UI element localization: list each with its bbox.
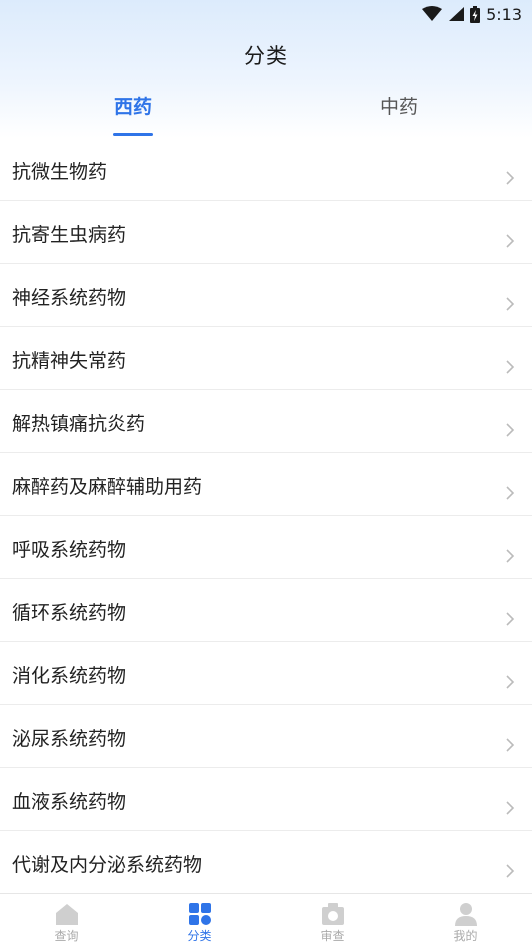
list-item[interactable]: 麻醉药及麻醉辅助用药 <box>0 453 532 516</box>
tab-chinese-medicine[interactable]: 中药 <box>266 92 532 138</box>
tab-western-medicine[interactable]: 西药 <box>0 92 266 138</box>
list-item[interactable]: 血液系统药物 <box>0 768 532 831</box>
nav-item-label: 我的 <box>453 929 478 943</box>
chevron-right-icon <box>506 360 515 374</box>
list-item-label: 解热镇痛抗炎药 <box>12 413 146 435</box>
nav-item-query[interactable]: 查询 <box>0 894 133 946</box>
list-item-label: 血液系统药物 <box>12 791 127 813</box>
list-item[interactable]: 泌尿系统药物 <box>0 705 532 768</box>
list-item[interactable]: 循环系统药物 <box>0 579 532 642</box>
user-icon <box>455 903 477 926</box>
header: 5:13 分类 西药 中药 <box>0 0 532 138</box>
list-item-label: 抗寄生虫病药 <box>12 224 127 246</box>
list-item-label: 呼吸系统药物 <box>12 539 127 561</box>
chevron-right-icon <box>506 297 515 311</box>
chevron-right-icon <box>506 675 515 689</box>
list-item-label: 泌尿系统药物 <box>12 728 127 750</box>
list-item[interactable]: 代谢及内分泌系统药物 <box>0 831 532 894</box>
list-item-label: 抗精神失常药 <box>12 350 127 372</box>
category-tabs: 西药 中药 <box>0 92 532 138</box>
list-item-label: 循环系统药物 <box>12 602 127 624</box>
chevron-right-icon <box>506 171 515 185</box>
list-item-label: 抗微生物药 <box>12 161 108 183</box>
chevron-right-icon <box>506 549 515 563</box>
list-item[interactable]: 抗寄生虫病药 <box>0 201 532 264</box>
chevron-right-icon <box>506 486 515 500</box>
category-list: 抗微生物药 抗寄生虫病药 神经系统药物 抗精神失常药 解热镇痛抗炎药 麻醉药及麻… <box>0 138 532 894</box>
chevron-right-icon <box>506 801 515 815</box>
chevron-right-icon <box>506 612 515 626</box>
list-item[interactable]: 抗微生物药 <box>0 138 532 201</box>
list-item-label: 麻醉药及麻醉辅助用药 <box>12 476 203 498</box>
status-bar: 5:13 <box>422 0 522 28</box>
list-item-label: 神经系统药物 <box>12 287 127 309</box>
nav-item-mine[interactable]: 我的 <box>399 894 532 946</box>
battery-icon <box>470 5 481 23</box>
status-time: 5:13 <box>486 4 522 24</box>
nav-item-review[interactable]: 审查 <box>266 894 399 946</box>
list-item[interactable]: 神经系统药物 <box>0 264 532 327</box>
nav-item-label: 审查 <box>320 929 345 943</box>
grid-icon <box>189 903 211 925</box>
page-title: 分类 <box>244 44 288 68</box>
nav-item-label: 查询 <box>54 929 79 943</box>
home-icon <box>56 904 78 925</box>
nav-item-category[interactable]: 分类 <box>133 894 266 946</box>
list-item-label: 消化系统药物 <box>12 665 127 687</box>
nav-item-label: 分类 <box>187 929 212 943</box>
list-item[interactable]: 解热镇痛抗炎药 <box>0 390 532 453</box>
list-item[interactable]: 消化系统药物 <box>0 642 532 705</box>
wifi-icon <box>422 6 443 21</box>
list-item-label: 代谢及内分泌系统药物 <box>12 854 203 876</box>
bottom-nav: 查询 分类 审查 我的 <box>0 893 532 946</box>
list-item[interactable]: 呼吸系统药物 <box>0 516 532 579</box>
camera-icon <box>322 903 344 925</box>
chevron-right-icon <box>506 423 515 437</box>
chevron-right-icon <box>506 738 515 752</box>
chevron-right-icon <box>506 864 515 878</box>
active-tab-indicator <box>113 133 153 136</box>
chevron-right-icon <box>506 234 515 248</box>
list-item[interactable]: 抗精神失常药 <box>0 327 532 390</box>
signal-icon <box>449 7 465 21</box>
